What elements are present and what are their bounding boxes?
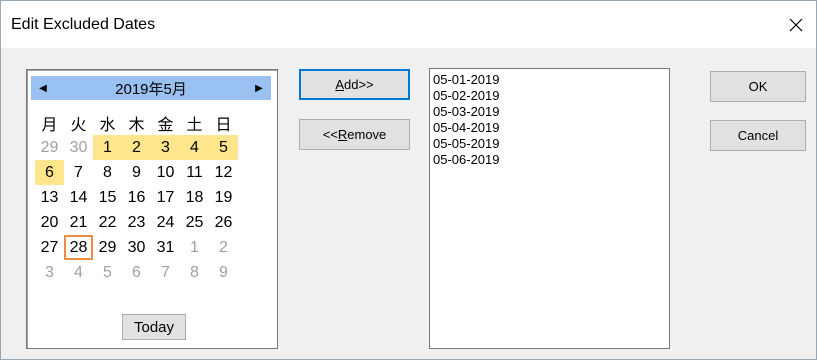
calendar-day[interactable]: 5: [209, 135, 238, 160]
calendar-day[interactable]: 7: [64, 160, 93, 185]
list-item[interactable]: 05-06-2019: [433, 152, 669, 168]
calendar-day[interactable]: 26: [209, 210, 238, 235]
calendar-day[interactable]: 13: [35, 185, 64, 210]
calendar-day[interactable]: 30: [64, 135, 93, 160]
window-title: Edit Excluded Dates: [11, 16, 156, 33]
add-mnemonic: A: [335, 77, 344, 92]
calendar-day[interactable]: 14: [64, 185, 93, 210]
calendar-day[interactable]: 4: [64, 260, 93, 285]
ok-button[interactable]: OK: [710, 71, 806, 102]
calendar-day[interactable]: 9: [209, 260, 238, 285]
list-item[interactable]: 05-04-2019: [433, 120, 669, 136]
calendar-day[interactable]: 20: [35, 210, 64, 235]
calendar-day[interactable]: 4: [180, 135, 209, 160]
list-item[interactable]: 05-05-2019: [433, 136, 669, 152]
add-button[interactable]: Add>>: [299, 69, 410, 100]
close-icon: [789, 18, 803, 32]
calendar-day[interactable]: 16: [122, 185, 151, 210]
prev-month-icon[interactable]: ◀: [31, 83, 55, 94]
calendar-day[interactable]: 22: [93, 210, 122, 235]
close-button[interactable]: [776, 5, 816, 45]
weekday-header: 木: [128, 116, 145, 134]
calendar-day[interactable]: 5: [93, 260, 122, 285]
edit-excluded-dates-dialog: Edit Excluded Dates ◀ 2019年5月 ▶ 月火水木金土日 2…: [0, 0, 817, 360]
add-label: dd>>: [344, 77, 374, 92]
calendar-grid: 月火水木金土日 29 30 1 2 3 4 5 6 7 8 9 10 11 12 13 14 15 16 17 18 19…: [35, 110, 238, 285]
weekday-header: 月: [41, 116, 58, 134]
calendar-day[interactable]: 2: [209, 235, 238, 260]
next-month-icon[interactable]: ▶: [247, 83, 271, 94]
calendar-day[interactable]: 18: [180, 185, 209, 210]
calendar-day[interactable]: 1: [93, 135, 122, 160]
calendar-day[interactable]: 6: [122, 260, 151, 285]
weekday-header: 水: [99, 116, 116, 134]
calendar-day[interactable]: 1: [180, 235, 209, 260]
calendar-day[interactable]: 9: [122, 160, 151, 185]
calendar-day[interactable]: 10: [151, 160, 180, 185]
calendar-day[interactable]: 24: [151, 210, 180, 235]
calendar-day[interactable]: 11: [180, 160, 209, 185]
calendar-day[interactable]: 27: [35, 235, 64, 260]
cancel-button[interactable]: Cancel: [710, 120, 806, 151]
weekday-header: 金: [157, 116, 174, 134]
calendar-day[interactable]: 2: [122, 135, 151, 160]
title-bar: Edit Excluded Dates: [1, 1, 816, 48]
calendar-day[interactable]: 31: [151, 235, 180, 260]
remove-prefix: <<: [322, 127, 338, 142]
calendar-day[interactable]: 29: [93, 235, 122, 260]
remove-button[interactable]: << Remove: [299, 119, 410, 150]
calendar-day[interactable]: 19: [209, 185, 238, 210]
month-calendar[interactable]: ◀ 2019年5月 ▶ 月火水木金土日 29 30 1 2 3 4 5 6 7 8 9 10 11 12 13…: [26, 69, 278, 349]
calendar-day[interactable]: 7: [151, 260, 180, 285]
calendar-day[interactable]: 8: [180, 260, 209, 285]
calendar-day[interactable]: 12: [209, 160, 238, 185]
calendar-header: ◀ 2019年5月 ▶: [31, 76, 271, 100]
calendar-day[interactable]: 15: [93, 185, 122, 210]
calendar-day[interactable]: 29: [35, 135, 64, 160]
weekday-header: 土: [186, 116, 203, 134]
calendar-day[interactable]: 6: [35, 160, 64, 185]
weekday-header: 日: [215, 116, 232, 134]
calendar-day[interactable]: 17: [151, 185, 180, 210]
calendar-day[interactable]: 23: [122, 210, 151, 235]
month-label[interactable]: 2019年5月: [115, 78, 187, 99]
remove-mnemonic: R: [337, 127, 348, 142]
calendar-day[interactable]: 8: [93, 160, 122, 185]
calendar-day[interactable]: 28: [64, 235, 93, 260]
calendar-day[interactable]: 3: [151, 135, 180, 160]
excluded-dates-list[interactable]: 05-01-2019 05-02-2019 05-03-2019 05-04-2019…: [429, 68, 670, 349]
today-button[interactable]: Today: [122, 314, 186, 340]
remove-label: emove: [347, 127, 387, 142]
weekday-header: 火: [70, 116, 87, 134]
calendar-day[interactable]: 3: [35, 260, 64, 285]
calendar-day[interactable]: 21: [64, 210, 93, 235]
calendar-day[interactable]: 25: [180, 210, 209, 235]
list-item[interactable]: 05-01-2019: [433, 72, 669, 88]
list-item[interactable]: 05-03-2019: [433, 104, 669, 120]
list-item[interactable]: 05-02-2019: [433, 88, 669, 104]
calendar-day[interactable]: 30: [122, 235, 151, 260]
